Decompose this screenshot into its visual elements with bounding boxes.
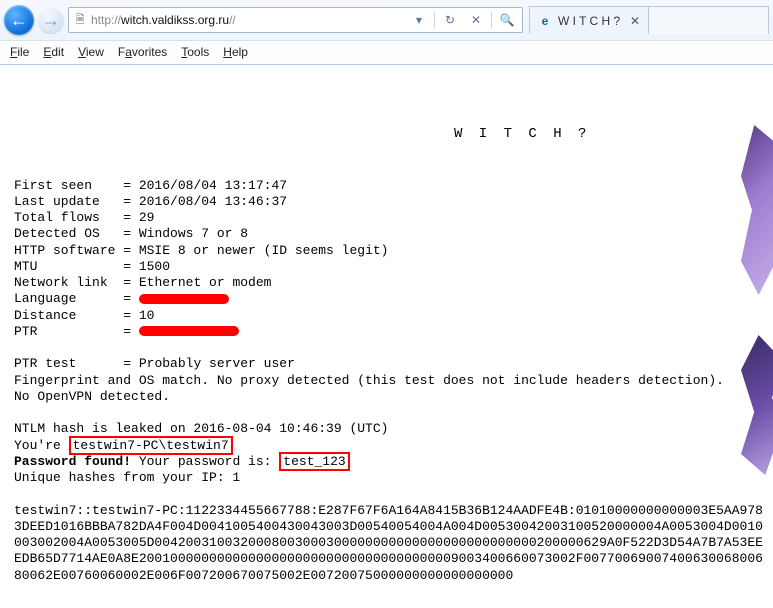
ie-favicon: e bbox=[538, 14, 552, 28]
password-box: test_123 bbox=[279, 452, 349, 471]
ntlm-line: NTLM hash is leaked on 2016-08-04 10:46:… bbox=[14, 421, 388, 436]
tab-witch[interactable]: e W I T C H ? ✕ bbox=[529, 6, 649, 34]
fingerprint-line: Fingerprint and OS match. No proxy detec… bbox=[14, 373, 724, 388]
menu-view[interactable]: View bbox=[78, 45, 104, 59]
menu-bar: File Edit View Favorites Tools Help bbox=[0, 40, 773, 64]
username-box: testwin7-PC\testwin7 bbox=[69, 436, 233, 455]
unique-hashes-line: Unique hashes from your IP: 1 bbox=[14, 470, 240, 485]
row-ptr: PTR = bbox=[14, 324, 239, 339]
menu-help[interactable]: Help bbox=[223, 45, 248, 59]
page-title: W I T C H ? bbox=[14, 126, 765, 144]
row-distance: Distance = 10 bbox=[14, 308, 154, 323]
back-button[interactable] bbox=[4, 5, 34, 35]
stop-icon[interactable]: ✕ bbox=[465, 9, 487, 31]
password-line: Password found! Your password is: test_1… bbox=[14, 452, 350, 471]
tab-strip: e W I T C H ? ✕ bbox=[529, 6, 769, 34]
close-icon[interactable]: ✕ bbox=[630, 14, 640, 28]
row-total-flows: Total flows = 29 bbox=[14, 210, 154, 225]
row-http-software: HTTP software = MSIE 8 or newer (ID seem… bbox=[14, 243, 388, 258]
address-bar[interactable]: 🗎 http://witch.valdikss.org.ru// ▾ ↻ ✕ 🔍 bbox=[68, 7, 523, 33]
search-icon[interactable]: 🔍 bbox=[496, 9, 518, 31]
menu-tools[interactable]: Tools bbox=[181, 45, 209, 59]
url-text: http://witch.valdikss.org.ru// bbox=[91, 13, 404, 27]
forward-button[interactable] bbox=[38, 7, 64, 33]
dropdown-icon[interactable]: ▾ bbox=[408, 9, 430, 31]
row-detected-os: Detected OS = Windows 7 or 8 bbox=[14, 226, 248, 241]
separator bbox=[434, 11, 435, 29]
menu-file[interactable]: File bbox=[10, 45, 29, 59]
row-last-update: Last update = 2016/08/04 13:46:37 bbox=[14, 194, 287, 209]
witch-illustration-bottom bbox=[741, 335, 773, 475]
refresh-icon[interactable]: ↻ bbox=[439, 9, 461, 31]
page-body: W I T C H ? First seen = 2016/08/04 13:1… bbox=[0, 65, 773, 608]
redacted-language bbox=[139, 294, 229, 304]
browser-chrome: 🗎 http://witch.valdikss.org.ru// ▾ ↻ ✕ 🔍… bbox=[0, 0, 773, 65]
row-ptr-test: PTR test = Probably server user bbox=[14, 356, 295, 371]
redacted-ptr bbox=[139, 326, 239, 336]
row-first-seen: First seen = 2016/08/04 13:17:47 bbox=[14, 178, 287, 193]
new-tab-button[interactable] bbox=[649, 6, 769, 34]
menu-edit[interactable]: Edit bbox=[43, 45, 64, 59]
row-language: Language = bbox=[14, 291, 229, 306]
tab-title: W I T C H ? bbox=[558, 14, 620, 28]
page-icon: 🗎 bbox=[73, 13, 87, 27]
menu-favorites[interactable]: Favorites bbox=[118, 45, 167, 59]
row-mtu: MTU = 1500 bbox=[14, 259, 170, 274]
youre-line: You're testwin7-PC\testwin7 bbox=[14, 436, 233, 455]
nav-row: 🗎 http://witch.valdikss.org.ru// ▾ ↻ ✕ 🔍… bbox=[0, 0, 773, 40]
witch-illustration-top bbox=[741, 125, 773, 295]
openvpn-line: No OpenVPN detected. bbox=[14, 389, 170, 404]
hash-dump: testwin7::testwin7-PC:1122334455667788:E… bbox=[14, 503, 765, 584]
separator bbox=[491, 11, 492, 29]
row-network-link: Network link = Ethernet or modem bbox=[14, 275, 271, 290]
